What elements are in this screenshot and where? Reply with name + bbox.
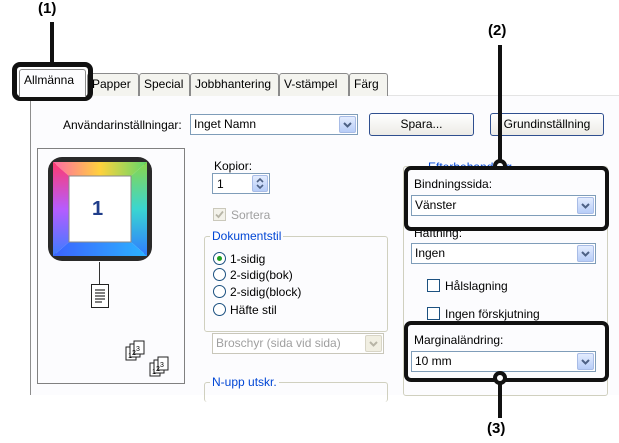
preview-page-number: 1 bbox=[92, 198, 104, 220]
tab-farg[interactable]: Färg bbox=[349, 73, 388, 96]
preview-connector-line bbox=[99, 262, 100, 284]
collate-checkbox[interactable] bbox=[213, 208, 226, 221]
radio-2-sidig-block-label: 2-sidig(block) bbox=[230, 285, 302, 299]
radio-2-sidig-bok-label: 2-sidig(bok) bbox=[230, 268, 293, 282]
callout-3-leader bbox=[498, 380, 502, 418]
margin-dropdown[interactable]: 10 mm bbox=[411, 351, 596, 372]
tab-jobbhantering[interactable]: Jobbhantering bbox=[190, 73, 279, 96]
margin-label: Marginaländring: bbox=[414, 333, 504, 347]
callout-label-3: (3) bbox=[487, 420, 506, 437]
user-settings-value: Inget Namn bbox=[194, 117, 257, 131]
tab-v-stampel[interactable]: V-stämpel bbox=[279, 73, 349, 96]
copies-value: 1 bbox=[217, 177, 224, 191]
stapling-value: Ingen bbox=[415, 246, 446, 260]
tab-label: Allmänna bbox=[24, 73, 75, 87]
chevron-down-icon bbox=[577, 245, 594, 262]
callout-2-leader bbox=[498, 45, 502, 169]
chevron-down-icon bbox=[577, 197, 594, 214]
svg-text:3: 3 bbox=[136, 346, 140, 353]
tab-label: Jobbhantering bbox=[195, 77, 272, 91]
document-icon bbox=[91, 284, 109, 308]
user-settings-label: Användarinställningar: bbox=[63, 118, 182, 132]
booklet-value: Broschyr (sida vid sida) bbox=[216, 336, 341, 350]
callout-1-leader bbox=[50, 22, 54, 62]
collate-stack-icon: 123 123 bbox=[120, 339, 180, 381]
tab-special[interactable]: Special bbox=[139, 73, 190, 96]
tab-label: Special bbox=[144, 77, 184, 91]
tab-label: Färg bbox=[354, 77, 379, 91]
punch-label: Hålslagning bbox=[445, 279, 508, 293]
tab-allmanna[interactable]: Allmänna bbox=[19, 69, 86, 97]
binding-side-value: Vänster bbox=[415, 198, 457, 212]
document-style-group bbox=[204, 236, 388, 332]
radio-hafte-stil[interactable] bbox=[213, 303, 226, 316]
copies-label: Kopior: bbox=[214, 159, 253, 173]
callout-3-pin bbox=[493, 371, 507, 385]
radio-2-sidig-block[interactable] bbox=[213, 285, 226, 298]
chevron-down-icon bbox=[577, 353, 594, 370]
callout-label-2: (2) bbox=[488, 22, 507, 39]
svg-text:3: 3 bbox=[160, 362, 164, 369]
save-button[interactable]: Spara... bbox=[369, 113, 474, 136]
radio-1-sidig[interactable] bbox=[213, 252, 226, 265]
punch-checkbox[interactable] bbox=[427, 279, 440, 292]
tab-label: Papper bbox=[92, 77, 131, 91]
callout-label-1: (1) bbox=[38, 0, 57, 17]
document-style-title: Dokumentstil bbox=[210, 229, 284, 243]
stapling-dropdown[interactable]: Ingen bbox=[411, 243, 596, 264]
chevron-down-icon bbox=[365, 335, 382, 352]
binding-side-dropdown[interactable]: Vänster bbox=[411, 195, 596, 216]
tab-papper[interactable]: Papper bbox=[87, 73, 139, 96]
radio-hafte-stil-label: Häfte stil bbox=[230, 303, 277, 317]
radio-1-sidig-label: 1-sidig bbox=[230, 252, 266, 266]
spin-arrows-icon[interactable] bbox=[252, 175, 268, 192]
default-settings-button[interactable]: Grundinställning bbox=[490, 113, 604, 136]
radio-2-sidig-bok[interactable] bbox=[213, 268, 226, 281]
margin-value: 10 mm bbox=[415, 354, 452, 368]
offset-checkbox[interactable] bbox=[427, 307, 440, 320]
collate-label: Sortera bbox=[231, 208, 271, 222]
chevron-down-icon bbox=[339, 116, 356, 133]
user-settings-dropdown[interactable]: Inget Namn bbox=[190, 114, 358, 135]
booklet-dropdown[interactable]: Broschyr (sida vid sida) bbox=[212, 333, 384, 354]
nup-title: N-upp utskr. bbox=[210, 375, 279, 389]
offset-label: Ingen förskjutning bbox=[445, 307, 540, 321]
copies-spinner[interactable]: 1 bbox=[212, 173, 270, 194]
binding-side-label: Bindningssida: bbox=[414, 177, 493, 191]
tab-label: V-stämpel bbox=[284, 77, 338, 91]
